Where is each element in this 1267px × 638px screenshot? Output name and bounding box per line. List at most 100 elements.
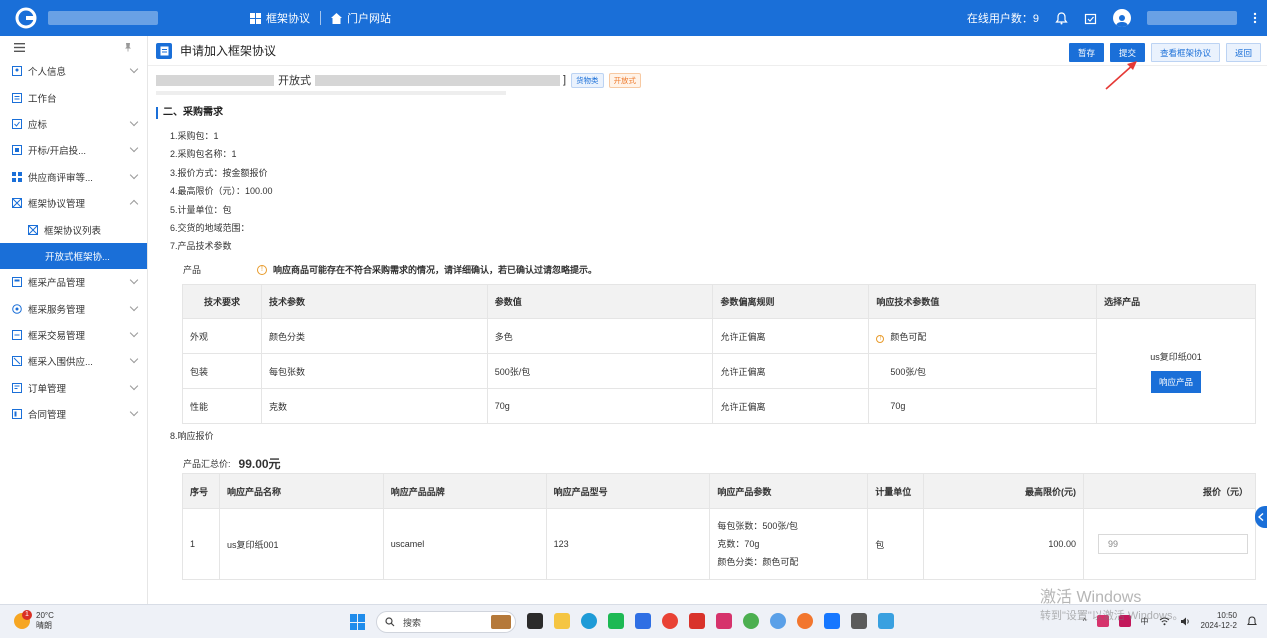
sidebar-item-bidding[interactable]: 应标 — [0, 111, 147, 137]
requirement-line: 7.产品技术参数 — [170, 241, 232, 251]
nav-portal[interactable]: 门户网站 — [321, 10, 401, 26]
warning-icon: ! — [257, 264, 268, 275]
respond-product-button[interactable]: 响应产品 — [1151, 370, 1202, 393]
sidebar-item-personal-info[interactable]: 个人信息 — [0, 58, 147, 84]
user-name-redacted[interactable] — [1147, 11, 1237, 25]
nav-framework-agreement[interactable]: 框架协议 — [240, 10, 320, 26]
app-tool-icon[interactable] — [824, 613, 840, 629]
app-blue-icon[interactable] — [635, 613, 651, 629]
taskbar-search[interactable]: 搜索 — [376, 611, 516, 633]
chevron-up-icon — [129, 199, 139, 209]
task-view-icon[interactable] — [527, 613, 543, 629]
table-cell: 包 — [867, 508, 925, 580]
page-title: 申请加入框架协议 — [180, 44, 277, 58]
sidebar-item-product-management[interactable]: 框采产品管理 — [0, 269, 147, 295]
column-header: 技术要求 — [182, 284, 262, 319]
search-placeholder: 搜索 — [403, 617, 422, 628]
project-name-redacted — [156, 74, 274, 86]
table-cell: 允许正偏离 — [712, 353, 870, 389]
chevron-down-icon — [129, 355, 139, 364]
sidebar-item-label: 开标/开启投... — [28, 146, 87, 158]
collapse-panel-button[interactable] — [1255, 506, 1267, 528]
column-header: 参数偏离规则 — [712, 284, 870, 319]
sidebar-item-service-management[interactable]: 框采服务管理 — [0, 296, 147, 322]
sidebar-item-open-framework[interactable]: 开放式框架协... — [0, 242, 147, 270]
app-gray-icon[interactable] — [851, 613, 867, 629]
product-notice: 产品 ! 响应商品可能存在不符合采购需求的情况，请详细确认，若已确认过请忽略提示… — [183, 263, 597, 276]
sidebar-item-label: 应标 — [28, 119, 48, 131]
app-logo[interactable] — [10, 2, 42, 34]
weather-widget[interactable]: 1 20°C 晴朗 — [14, 610, 54, 631]
apps-icon — [12, 171, 22, 182]
weather-sun-icon: 1 — [14, 610, 32, 629]
app-pink-icon[interactable] — [716, 613, 732, 629]
online-users-count: 9 — [1032, 13, 1039, 25]
workbench-icon — [12, 92, 22, 103]
table-cell: 克数 — [260, 388, 488, 424]
param-line: 每包张数：500张/包 — [717, 521, 798, 531]
main-content: 申请加入框架协议 暂存 提交 查看框架协议 返回 开放式 ] 货物类 开放式 二… — [148, 36, 1267, 604]
notification-bell-icon[interactable] — [1247, 615, 1257, 627]
start-button[interactable] — [350, 614, 366, 630]
chrome-icon[interactable] — [662, 613, 678, 629]
bracket-text: ] — [563, 74, 567, 86]
view-agreement-button[interactable]: 查看框架协议 — [1150, 43, 1220, 62]
sidebar-item-framework-list[interactable]: 框架协议列表 — [0, 216, 147, 242]
save-draft-button[interactable]: 暂存 — [1068, 43, 1104, 62]
bid-icon — [12, 118, 22, 129]
column-header: 最高限价(元) — [923, 473, 1084, 509]
tech-params-table: 技术要求 技术参数 参数值 参数偏离规则 响应技术参数值 选择产品 外观 颜色分… — [182, 284, 1256, 424]
section-title: 二、采购需求 — [156, 107, 223, 119]
online-users-label: 在线用户数： — [966, 13, 1033, 25]
edge-icon[interactable] — [581, 613, 597, 629]
sidebar-item-supplier-list[interactable]: 框采入围供应... — [0, 348, 147, 374]
back-button[interactable]: 返回 — [1225, 43, 1261, 62]
table-cell: 100.00 — [923, 508, 1084, 580]
sidebar-item-label: 个人信息 — [28, 67, 67, 79]
sidebar-item-order-management[interactable]: 订单管理 — [0, 375, 147, 401]
user-avatar[interactable] — [1113, 9, 1131, 27]
chevron-down-icon — [129, 170, 139, 179]
requirement-line: 5.计量单位：包 — [170, 205, 232, 215]
top-right-area: 在线用户数：9 — [967, 0, 1257, 36]
chevron-down-icon — [129, 275, 139, 285]
table-cell: 每包张数 — [260, 353, 488, 389]
profile-icon — [12, 66, 22, 77]
file-explorer-icon[interactable] — [554, 613, 570, 629]
response-value: 颜色可配 — [890, 331, 927, 342]
params-cell: 每包张数：500张/包 克数：70g 颜色分类：颜色可配 — [709, 508, 869, 580]
top-bar: 框架协议 门户网站 在线用户数：9 — [0, 0, 1267, 36]
sidebar-item-contract-management[interactable]: 合同管理 — [0, 401, 147, 427]
quote-section-title: 8.响应报价 — [170, 431, 214, 441]
clock-date: 2024-12-2 — [1200, 621, 1237, 630]
price-input[interactable]: 99 — [1098, 534, 1248, 554]
sidebar-item-supplier-review[interactable]: 供应商评审等... — [0, 164, 147, 190]
column-header: 报价（元） — [1082, 473, 1257, 509]
column-header: 响应产品品牌 — [382, 473, 547, 509]
clock[interactable]: 10:50 2024-12-2 — [1201, 611, 1237, 631]
notice-text: 响应商品可能存在不符合采购需求的情况，请详细确认，若已确认过请忽略提示。 — [273, 265, 598, 275]
sidebar-item-framework-management[interactable]: 框架协议管理 — [0, 190, 147, 216]
app-lightblue-icon[interactable] — [770, 613, 786, 629]
pin-icon[interactable] — [123, 42, 133, 52]
table-cell: 1 — [182, 508, 220, 580]
sidebar-item-workbench[interactable]: 工作台 — [0, 84, 147, 110]
table-cell: 多色 — [486, 318, 714, 354]
table-cell: 500张/包 — [868, 353, 1098, 389]
sidebar-item-bid-opening[interactable]: 开标/开启投... — [0, 137, 147, 163]
app-green-icon[interactable] — [743, 613, 759, 629]
wechat-icon[interactable] — [608, 613, 624, 629]
menu-icon[interactable] — [14, 42, 25, 52]
mode-tag: 开放式 — [608, 72, 642, 88]
price-cell: 99 — [1082, 508, 1257, 580]
table-cell: ! 颜色可配 — [868, 318, 1098, 354]
app-image-icon[interactable] — [878, 613, 894, 629]
service-icon — [12, 303, 22, 314]
more-vertical-icon[interactable] — [1253, 12, 1257, 24]
task-icon[interactable] — [1084, 12, 1097, 25]
bell-icon[interactable] — [1055, 11, 1068, 25]
sidebar-item-transaction-management[interactable]: 框采交易管理 — [0, 322, 147, 348]
app-orange-icon[interactable] — [797, 613, 813, 629]
requirement-line: 6.交货的地域范围： — [170, 223, 250, 233]
wps-icon[interactable] — [689, 613, 705, 629]
